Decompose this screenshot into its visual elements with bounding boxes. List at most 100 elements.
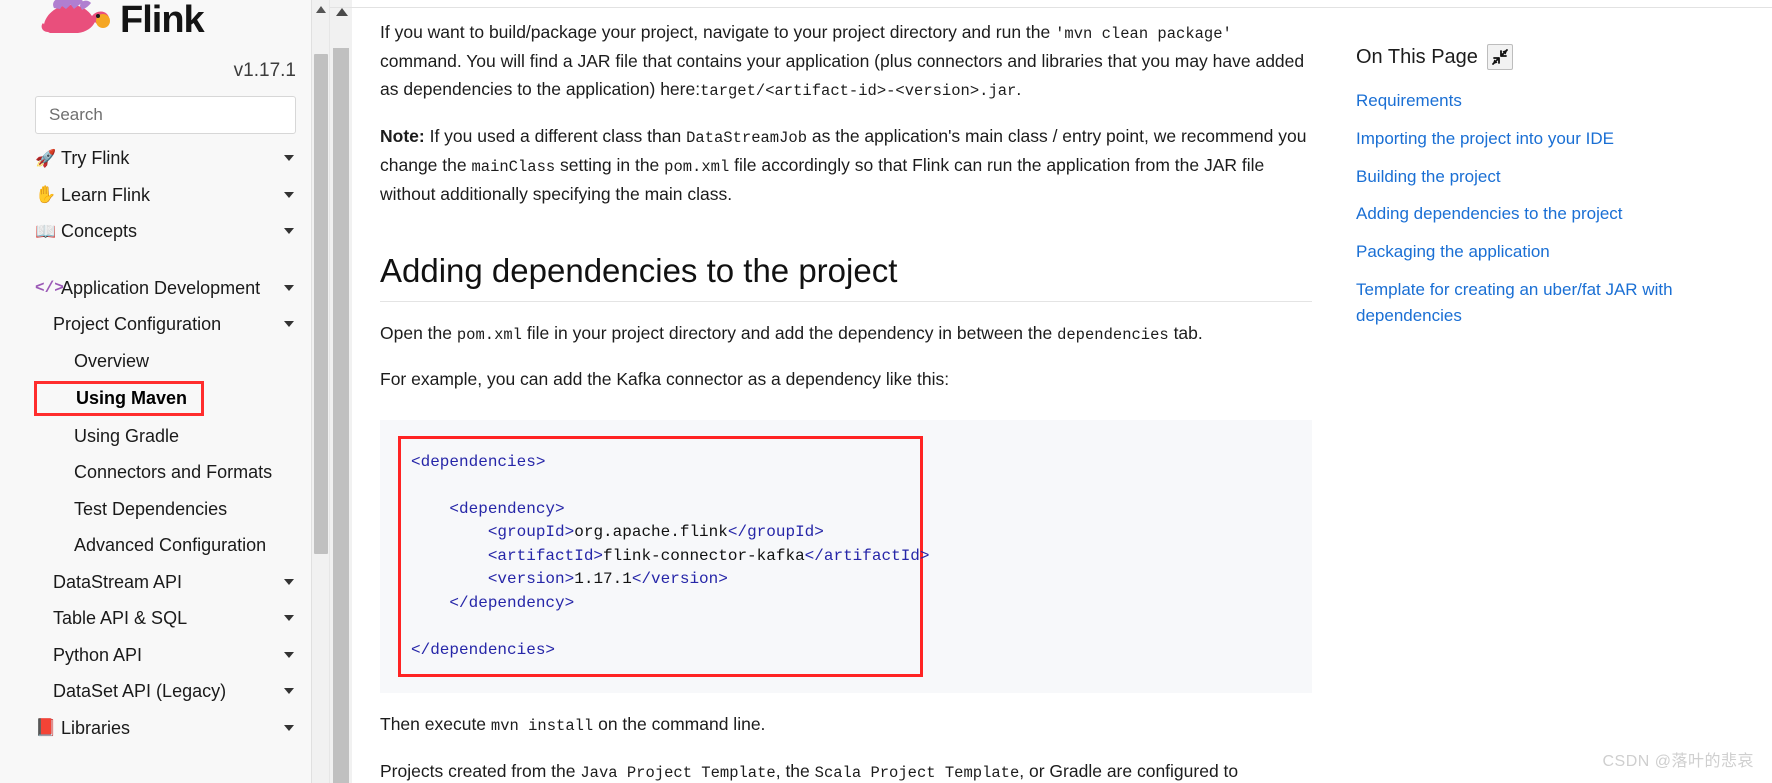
code-datastreamjob: DataStreamJob (686, 129, 807, 147)
sidebar-item-using-maven[interactable]: Using Maven (34, 381, 204, 416)
sidebar-item-try-flink[interactable]: 🚀Try Flink (35, 140, 308, 177)
sidebar-scrollbar[interactable] (311, 0, 329, 783)
sidebar-item-table-api-sql[interactable]: Table API & SQL (35, 600, 308, 637)
sidebar-item-label: DataStream API (53, 571, 276, 594)
text-run: Then execute (380, 714, 491, 734)
text-run: If you want to build/package your projec… (380, 22, 1055, 42)
sidebar-item-label: Table API & SQL (53, 607, 276, 630)
toc-link-list: Requirements Importing the project into y… (1356, 88, 1772, 329)
chevron-down-icon[interactable] (284, 652, 294, 658)
code-tags-icon: </> (35, 280, 61, 296)
text-run: Open the (380, 323, 457, 343)
csdn-watermark: CSDN @落叶的悲哀 (1602, 747, 1754, 771)
toc-link-requirements[interactable]: Requirements (1356, 88, 1772, 114)
paragraph-open-pom: Open the pom.xml file in your project di… (380, 319, 1312, 348)
chevron-down-icon[interactable] (284, 321, 294, 327)
paragraph-then-execute: Then execute mvn install on the command … (380, 710, 1312, 739)
paragraph-example: For example, you can add the Kafka conne… (380, 365, 1312, 393)
content-area: If you want to build/package your projec… (352, 0, 1772, 783)
toc-title: On This Page (1356, 46, 1478, 69)
text-run: Projects created from the (380, 761, 580, 781)
collapse-arrows-icon[interactable] (1487, 44, 1513, 70)
code-block-container: <dependencies> <dependency> <groupId>org… (380, 420, 1312, 694)
toc-link-importing-the-project-into-your-ide[interactable]: Importing the project into your IDE (1356, 126, 1772, 152)
sidebar-item-dataset-api-legacy[interactable]: DataSet API (Legacy) (35, 673, 308, 710)
sidebar-item-label: Try Flink (61, 147, 276, 170)
scroll-up-arrow-icon[interactable] (316, 6, 326, 13)
sidebar-item-overview[interactable]: Overview (35, 343, 308, 380)
toc-link-template-for-creating-an-uber-fat-jar-with-dependencies[interactable]: Template for creating an uber/fat JAR wi… (1356, 277, 1772, 329)
sidebar-item-label: Project Configuration (53, 313, 276, 336)
text-run: If you used a different class than (425, 126, 686, 146)
on-this-page-sidebar: On This Page Requirements Importing the p… (1342, 0, 1772, 783)
sidebar-item-label: DataSet API (Legacy) (53, 680, 276, 703)
books-icon: 📕 (35, 719, 61, 736)
sidebar-item-learn-flink[interactable]: ✋Learn Flink (35, 177, 308, 214)
sidebar-item-label: Learn Flink (61, 184, 276, 207)
sidebar-item-label: Using Gradle (74, 425, 294, 448)
sidebar-item-label: Advanced Configuration (74, 534, 294, 557)
sidebar-nav: 🚀Try Flink✋Learn Flink📖Concepts</>Applic… (28, 140, 308, 746)
sidebar-item-label: Python API (53, 644, 276, 667)
paragraph-projects-created: Projects created from the Java Project T… (380, 757, 1312, 783)
chevron-down-icon[interactable] (284, 192, 294, 198)
toc-header: On This Page (1356, 44, 1772, 70)
code-highlight-box: <dependencies> <dependency> <groupId>org… (398, 436, 923, 678)
text-run: file in your project directory and add t… (522, 323, 1057, 343)
map-icon: 📖 (35, 223, 61, 240)
brand-header[interactable]: Flink (28, 0, 308, 48)
sidebar-item-application-development[interactable]: </>Application Development (35, 270, 308, 307)
chevron-down-icon[interactable] (284, 579, 294, 585)
sidebar-item-label: Test Dependencies (74, 498, 294, 521)
sidebar-item-test-dependencies[interactable]: Test Dependencies (35, 491, 308, 528)
sidebar-item-project-configuration[interactable]: Project Configuration (35, 306, 308, 343)
sidebar-item-libraries[interactable]: 📕Libraries (35, 710, 308, 747)
xml-code-block[interactable]: <dependencies> <dependency> <groupId>org… (401, 447, 920, 667)
sidebar-item-advanced-configuration[interactable]: Advanced Configuration (35, 527, 308, 564)
sidebar-item-label: Libraries (61, 717, 276, 740)
code-mainclass: mainClass (471, 158, 555, 176)
search-input[interactable] (47, 104, 284, 126)
sidebar-scroll-thumb[interactable] (314, 54, 328, 554)
section-heading: Adding dependencies to the project (380, 250, 1312, 302)
main-scroll-thumb[interactable] (333, 48, 349, 783)
sidebar-item-python-api[interactable]: Python API (35, 637, 308, 674)
chevron-down-icon[interactable] (284, 228, 294, 234)
text-run: tab. (1169, 323, 1203, 343)
text-run: , the (776, 761, 815, 781)
sidebar-item-label: Concepts (61, 220, 276, 243)
code-mvn-clean-package: 'mvn clean package' (1055, 25, 1232, 43)
chevron-down-icon[interactable] (284, 155, 294, 161)
code-mvn-install: mvn install (491, 717, 593, 735)
toc-link-adding-dependencies-to-the-project[interactable]: Adding dependencies to the project (1356, 201, 1772, 227)
sidebar-item-label: Using Maven (76, 387, 187, 410)
sidebar-item-using-gradle[interactable]: Using Gradle (35, 418, 308, 455)
sidebar-item-connectors-and-formats[interactable]: Connectors and Formats (35, 454, 308, 491)
text-run: . (1016, 79, 1021, 99)
paragraph-note: Note: If you used a different class than… (380, 122, 1312, 209)
chevron-down-icon[interactable] (284, 285, 294, 291)
version-label: v1.17.1 (28, 60, 308, 82)
chevron-down-icon[interactable] (284, 688, 294, 694)
code-pom-xml: pom.xml (664, 158, 729, 176)
documentation-page: Flink v1.17.1 🚀Try Flink✋Learn Flink📖Con… (0, 0, 1772, 783)
search-box[interactable] (35, 96, 296, 134)
code-java-project-template: Java Project Template (580, 764, 775, 782)
sidebar-item-label: Connectors and Formats (74, 461, 294, 484)
toc-link-building-the-project[interactable]: Building the project (1356, 164, 1772, 190)
sidebar-item-datastream-api[interactable]: DataStream API (35, 564, 308, 601)
code-scala-project-template: Scala Project Template (815, 764, 1020, 782)
sidebar-item-label: Overview (74, 350, 294, 373)
text-run: setting in the (555, 155, 664, 175)
code-target-path: target/<artifact-id>-<version>.jar (700, 82, 1016, 100)
brand-name: Flink (120, 1, 204, 39)
sidebar-item-concepts[interactable]: 📖Concepts (35, 213, 308, 250)
main-scroll-up-arrow-icon[interactable] (336, 8, 348, 16)
main-scrollbar[interactable] (330, 0, 352, 783)
paragraph-building: If you want to build/package your projec… (380, 18, 1312, 105)
chevron-down-icon[interactable] (284, 615, 294, 621)
toc-link-packaging-the-application[interactable]: Packaging the application (1356, 239, 1772, 265)
chevron-down-icon[interactable] (284, 725, 294, 731)
sidebar-item-label: Application Development (61, 277, 276, 300)
hand-icon: ✋ (35, 186, 61, 203)
